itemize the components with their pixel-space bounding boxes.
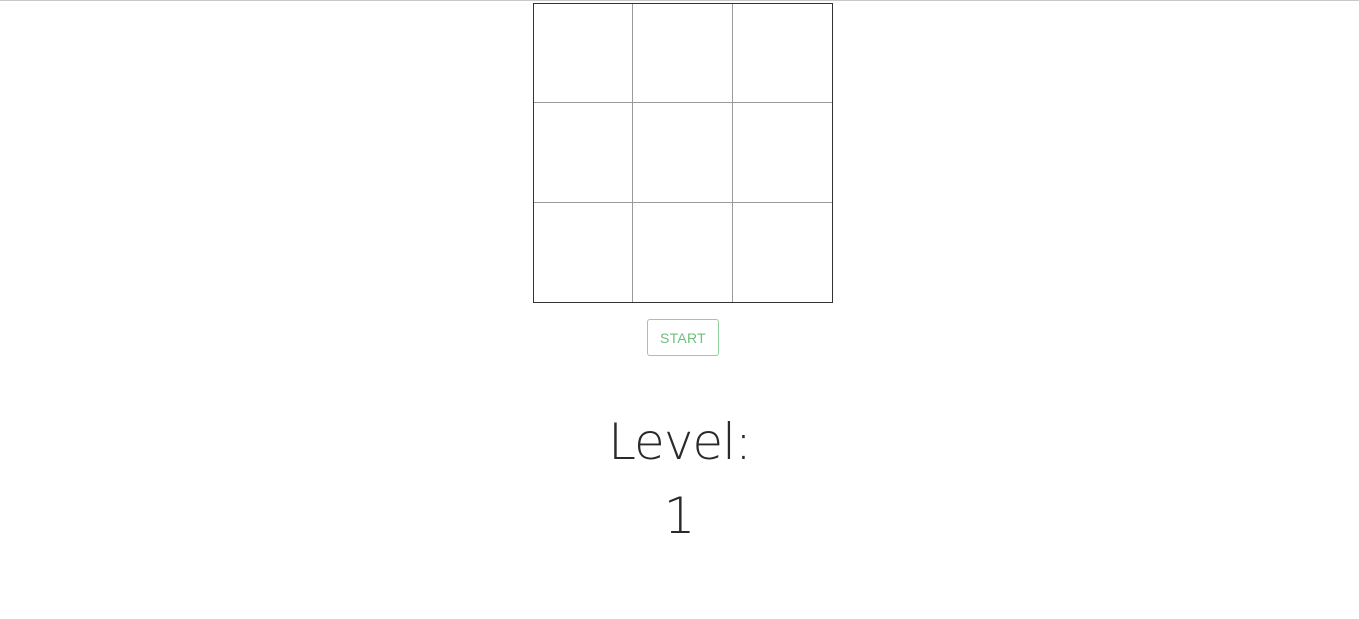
board-cell-1[interactable] (534, 4, 634, 104)
board-cell-5[interactable] (633, 103, 733, 203)
board-cell-7[interactable] (534, 202, 634, 302)
board-cell-4[interactable] (534, 103, 634, 203)
board-cell-8[interactable] (633, 202, 733, 302)
top-divider (0, 0, 1359, 2)
board-cell-6[interactable] (732, 103, 832, 203)
board-cell-2[interactable] (633, 4, 733, 104)
board-cell-9[interactable] (732, 202, 832, 302)
start-button[interactable]: START (647, 319, 719, 356)
board-cell-3[interactable] (732, 4, 832, 104)
game-board (533, 3, 833, 303)
level-value: 1 (663, 487, 696, 545)
level-label: Level: (608, 413, 752, 471)
